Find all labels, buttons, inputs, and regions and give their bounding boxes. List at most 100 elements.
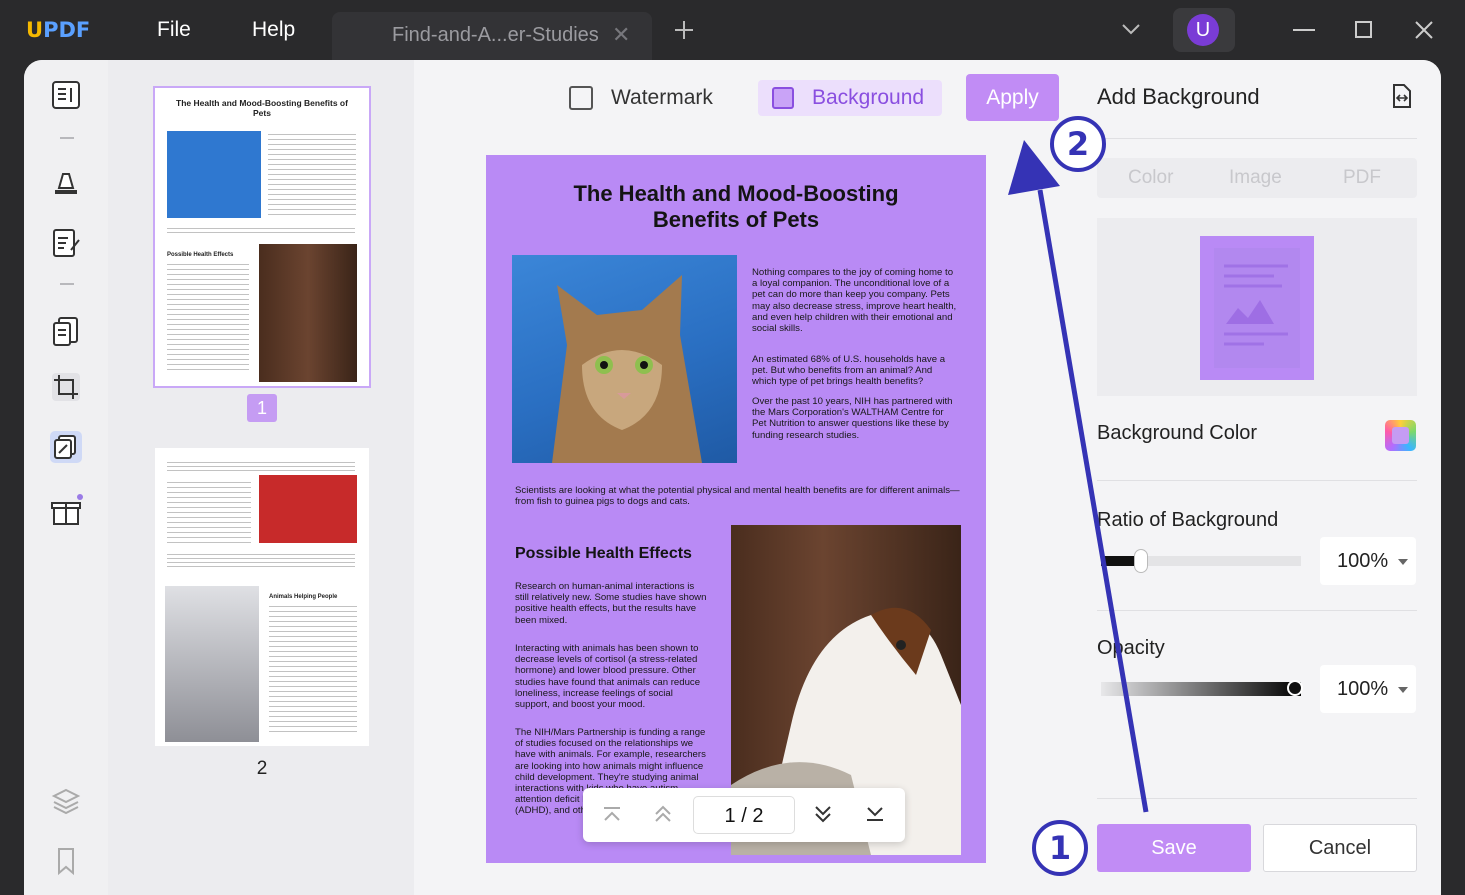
save-button[interactable]: Save xyxy=(1097,824,1251,872)
tab-image[interactable]: Image xyxy=(1229,167,1282,189)
maximize-icon[interactable] xyxy=(1355,21,1372,38)
document-tab-title: Find-and-A...er-Studies xyxy=(392,24,599,46)
document-heading: Possible Health Effects xyxy=(515,545,692,562)
panel-title: Add Background xyxy=(1097,84,1260,109)
thumbnail-heading: Possible Health Effects xyxy=(167,252,234,258)
edit-pdf-icon[interactable] xyxy=(49,226,83,260)
tab-color[interactable]: Color xyxy=(1128,167,1173,189)
page-separator: / xyxy=(741,805,747,827)
divider xyxy=(1097,798,1417,799)
plus-icon[interactable] xyxy=(673,19,695,41)
background-preview xyxy=(1097,218,1417,396)
divider xyxy=(60,137,74,139)
chevron-down-icon[interactable] xyxy=(1122,24,1140,36)
thumbnail-dogs-image xyxy=(259,475,357,543)
bookmark-icon[interactable] xyxy=(49,844,83,878)
thumbnail-text-block xyxy=(269,606,357,736)
updf-logo: UPDF xyxy=(26,18,91,42)
pdf-page: The Health and Mood-Boosting Benefits of … xyxy=(486,155,986,863)
current-page: 1 xyxy=(724,805,736,827)
watermark-label: Watermark xyxy=(611,86,713,109)
avatar[interactable]: U xyxy=(1173,8,1235,52)
thumbnail-cat-image xyxy=(167,131,261,218)
last-page-icon[interactable] xyxy=(866,806,884,822)
document-tab[interactable]: Find-and-A...er-Studies ✕ xyxy=(332,12,652,60)
left-toolbar xyxy=(24,60,108,895)
add-background-panel: Add Background Color Image PDF Backgroun… xyxy=(1074,60,1441,895)
thumbnail-page-1[interactable]: The Health and Mood-Boosting Benefits of… xyxy=(153,86,371,388)
apply-button[interactable]: Apply xyxy=(966,74,1059,121)
thumbnail-text-block xyxy=(167,228,355,236)
ratio-slider[interactable] xyxy=(1101,549,1301,573)
color-picker-swatch[interactable] xyxy=(1385,420,1416,451)
menu-file[interactable]: File xyxy=(157,18,191,42)
thumbnail-text-block xyxy=(167,482,251,544)
document-paragraph: Nothing compares to the joy of coming ho… xyxy=(752,267,957,335)
thumbnail-title: The Health and Mood-Boosting Benefits of… xyxy=(176,98,348,118)
preview-page xyxy=(1200,236,1314,380)
background-tab[interactable]: Background xyxy=(758,80,942,116)
app-window: The Health and Mood-Boosting Benefits of… xyxy=(24,60,1441,895)
divider xyxy=(60,283,74,285)
document-paragraph: Research on human-animal interactions is… xyxy=(515,581,707,626)
swap-icon[interactable] xyxy=(1391,84,1411,108)
opacity-label: Opacity xyxy=(1097,637,1165,659)
thumbnail-cat-image xyxy=(165,586,259,742)
menu-help[interactable]: Help xyxy=(252,18,295,42)
thumbnail-text-block xyxy=(268,134,356,216)
gift-icon[interactable] xyxy=(49,494,83,528)
total-pages: 2 xyxy=(752,805,764,827)
opacity-slider[interactable] xyxy=(1101,680,1303,696)
minimize-icon[interactable] xyxy=(1293,29,1315,32)
document-title: The Health and Mood-Boosting Benefits of … xyxy=(573,181,899,232)
highlight-icon[interactable] xyxy=(49,164,83,198)
background-label: Background xyxy=(812,86,925,109)
opacity-slider-thumb[interactable] xyxy=(1287,680,1303,696)
tab-pdf[interactable]: PDF xyxy=(1343,167,1381,189)
next-page-icon[interactable] xyxy=(814,805,832,823)
watermark-icon xyxy=(569,86,593,110)
watermark-tool-icon[interactable] xyxy=(49,430,83,464)
document-paragraph: An estimated 68% of U.S. households have… xyxy=(752,354,946,388)
divider xyxy=(1097,138,1417,139)
divider xyxy=(1097,610,1417,611)
page-number-box[interactable]: 1 / 2 xyxy=(693,796,795,834)
opacity-dropdown[interactable]: 100% xyxy=(1320,665,1416,713)
thumbnail-text-block xyxy=(167,264,249,370)
divider xyxy=(1097,480,1417,481)
thumbnail-dog-image xyxy=(259,244,357,382)
ratio-slider-thumb[interactable] xyxy=(1134,549,1148,573)
prev-page-icon[interactable] xyxy=(654,805,672,823)
document-paragraph: Scientists are looking at what the poten… xyxy=(515,485,960,508)
avatar-initial: U xyxy=(1187,14,1219,46)
organize-icon[interactable] xyxy=(49,314,83,348)
opacity-value: 100% xyxy=(1337,678,1389,700)
first-page-icon[interactable] xyxy=(603,806,621,822)
thumbnail-page-2[interactable]: Animals Helping People xyxy=(155,448,369,746)
cancel-button[interactable]: Cancel xyxy=(1263,824,1417,872)
thumbnail-page-number-2: 2 xyxy=(256,758,268,779)
crop-icon[interactable] xyxy=(49,370,83,404)
page-navigator: 1 / 2 xyxy=(583,788,905,842)
background-color-label: Background Color xyxy=(1097,422,1258,444)
ratio-label: Ratio of Background xyxy=(1097,509,1279,531)
title-bar: UPDF File Help Find-and-A...er-Studies ✕… xyxy=(0,0,1465,60)
thumbnail-heading: Animals Helping People xyxy=(269,594,338,600)
dropdown-caret-icon xyxy=(1398,687,1408,693)
layers-icon[interactable] xyxy=(49,784,83,818)
reader-icon[interactable] xyxy=(49,78,83,112)
ratio-dropdown[interactable]: 100% xyxy=(1320,537,1416,585)
annotation-step-1: 1 xyxy=(1032,820,1088,876)
document-view: Watermark Background Apply The Health an… xyxy=(414,60,1074,895)
cat-photo xyxy=(512,255,737,463)
close-tab-icon[interactable]: ✕ xyxy=(612,22,630,48)
annotation-step-2: 2 xyxy=(1050,116,1106,172)
thumbnail-text-block xyxy=(167,554,355,568)
close-window-icon[interactable] xyxy=(1415,21,1433,39)
background-type-tabs: Color Image PDF xyxy=(1097,158,1417,198)
background-icon xyxy=(772,87,794,109)
thumbnail-page-number-1: 1 xyxy=(247,394,277,422)
dropdown-caret-icon xyxy=(1398,559,1408,565)
document-paragraph: Interacting with animals has been shown … xyxy=(515,643,701,711)
thumbnail-text-block xyxy=(167,462,355,472)
